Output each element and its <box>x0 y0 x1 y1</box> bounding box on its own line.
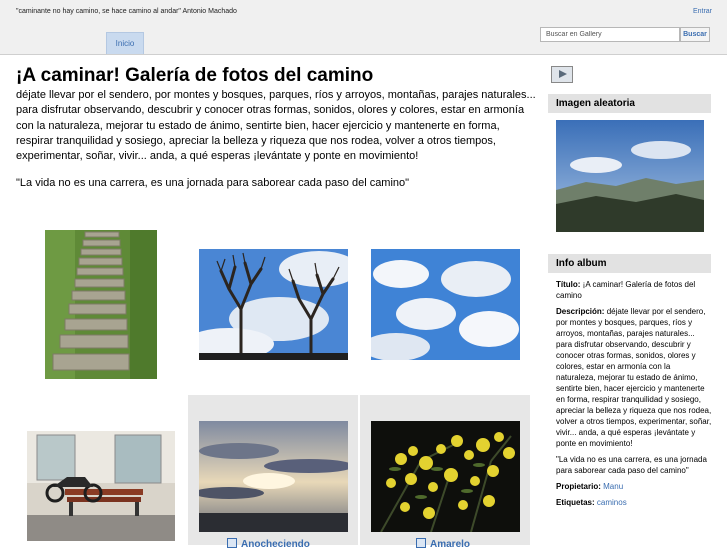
album-info-title: Info album <box>548 254 711 273</box>
album-title: ¡A caminar! Galería de fotos del camino <box>16 65 374 86</box>
slideshow-icon[interactable] <box>551 66 573 83</box>
info-owner: Propietario: Manu <box>556 482 624 491</box>
tab-inicio[interactable]: Inicio <box>106 32 144 54</box>
info-description: Descripción: déjate llevar por el sender… <box>556 307 712 448</box>
site-tagline: "caminante no hay camino, se hace camino… <box>16 8 237 15</box>
login-link[interactable]: Entrar <box>693 8 712 15</box>
bench-motorbike-photo[interactable] <box>27 431 175 541</box>
gallery-item[interactable] <box>16 222 186 392</box>
album-description: déjate llevar por el sendero, por montes… <box>16 89 536 163</box>
tag-link-caminos[interactable]: caminos <box>597 498 627 507</box>
gallery-item[interactable] <box>16 395 186 545</box>
sunset-photo[interactable] <box>199 421 348 532</box>
gallery-item[interactable] <box>360 222 530 392</box>
gallery-item-anocheciendo[interactable]: Anocheciendo <box>188 395 358 550</box>
album-main: ¡A caminar! Galería de fotos del camino … <box>16 64 536 191</box>
photo-caption-amarelo[interactable]: Amarelo <box>416 538 470 550</box>
play-icon <box>559 70 567 78</box>
photo-icon <box>416 538 426 548</box>
owner-link[interactable]: Manu <box>603 482 623 491</box>
gallery-item[interactable] <box>188 222 358 392</box>
info-quote: "La vida no es una carrera, es una jorna… <box>556 455 707 475</box>
random-image-title: Imagen aleatoria <box>548 94 711 113</box>
photo-caption-anocheciendo[interactable]: Anocheciendo <box>227 538 310 550</box>
gallery-item-amarelo[interactable]: Amarelo <box>360 395 530 550</box>
info-title: Título: ¡A caminar! Galería de fotos del… <box>556 280 696 300</box>
yellow-flowers-photo[interactable] <box>371 421 520 532</box>
info-tags: Etiquetas: caminos <box>556 498 627 507</box>
album-info: Título: ¡A caminar! Galería de fotos del… <box>556 279 712 513</box>
bare-trees-photo[interactable] <box>199 249 348 360</box>
stone-steps-photo[interactable] <box>45 230 157 379</box>
random-image-photo[interactable] <box>556 120 704 232</box>
header-bar: "caminante no hay camino, se hace camino… <box>0 0 727 55</box>
photo-icon <box>227 538 237 548</box>
search-button[interactable]: Buscar <box>680 27 710 42</box>
clouds-sky-photo[interactable] <box>371 249 520 360</box>
album-quote: "La vida no es una carrera, es una jorna… <box>16 177 410 190</box>
search-input[interactable] <box>540 27 680 42</box>
